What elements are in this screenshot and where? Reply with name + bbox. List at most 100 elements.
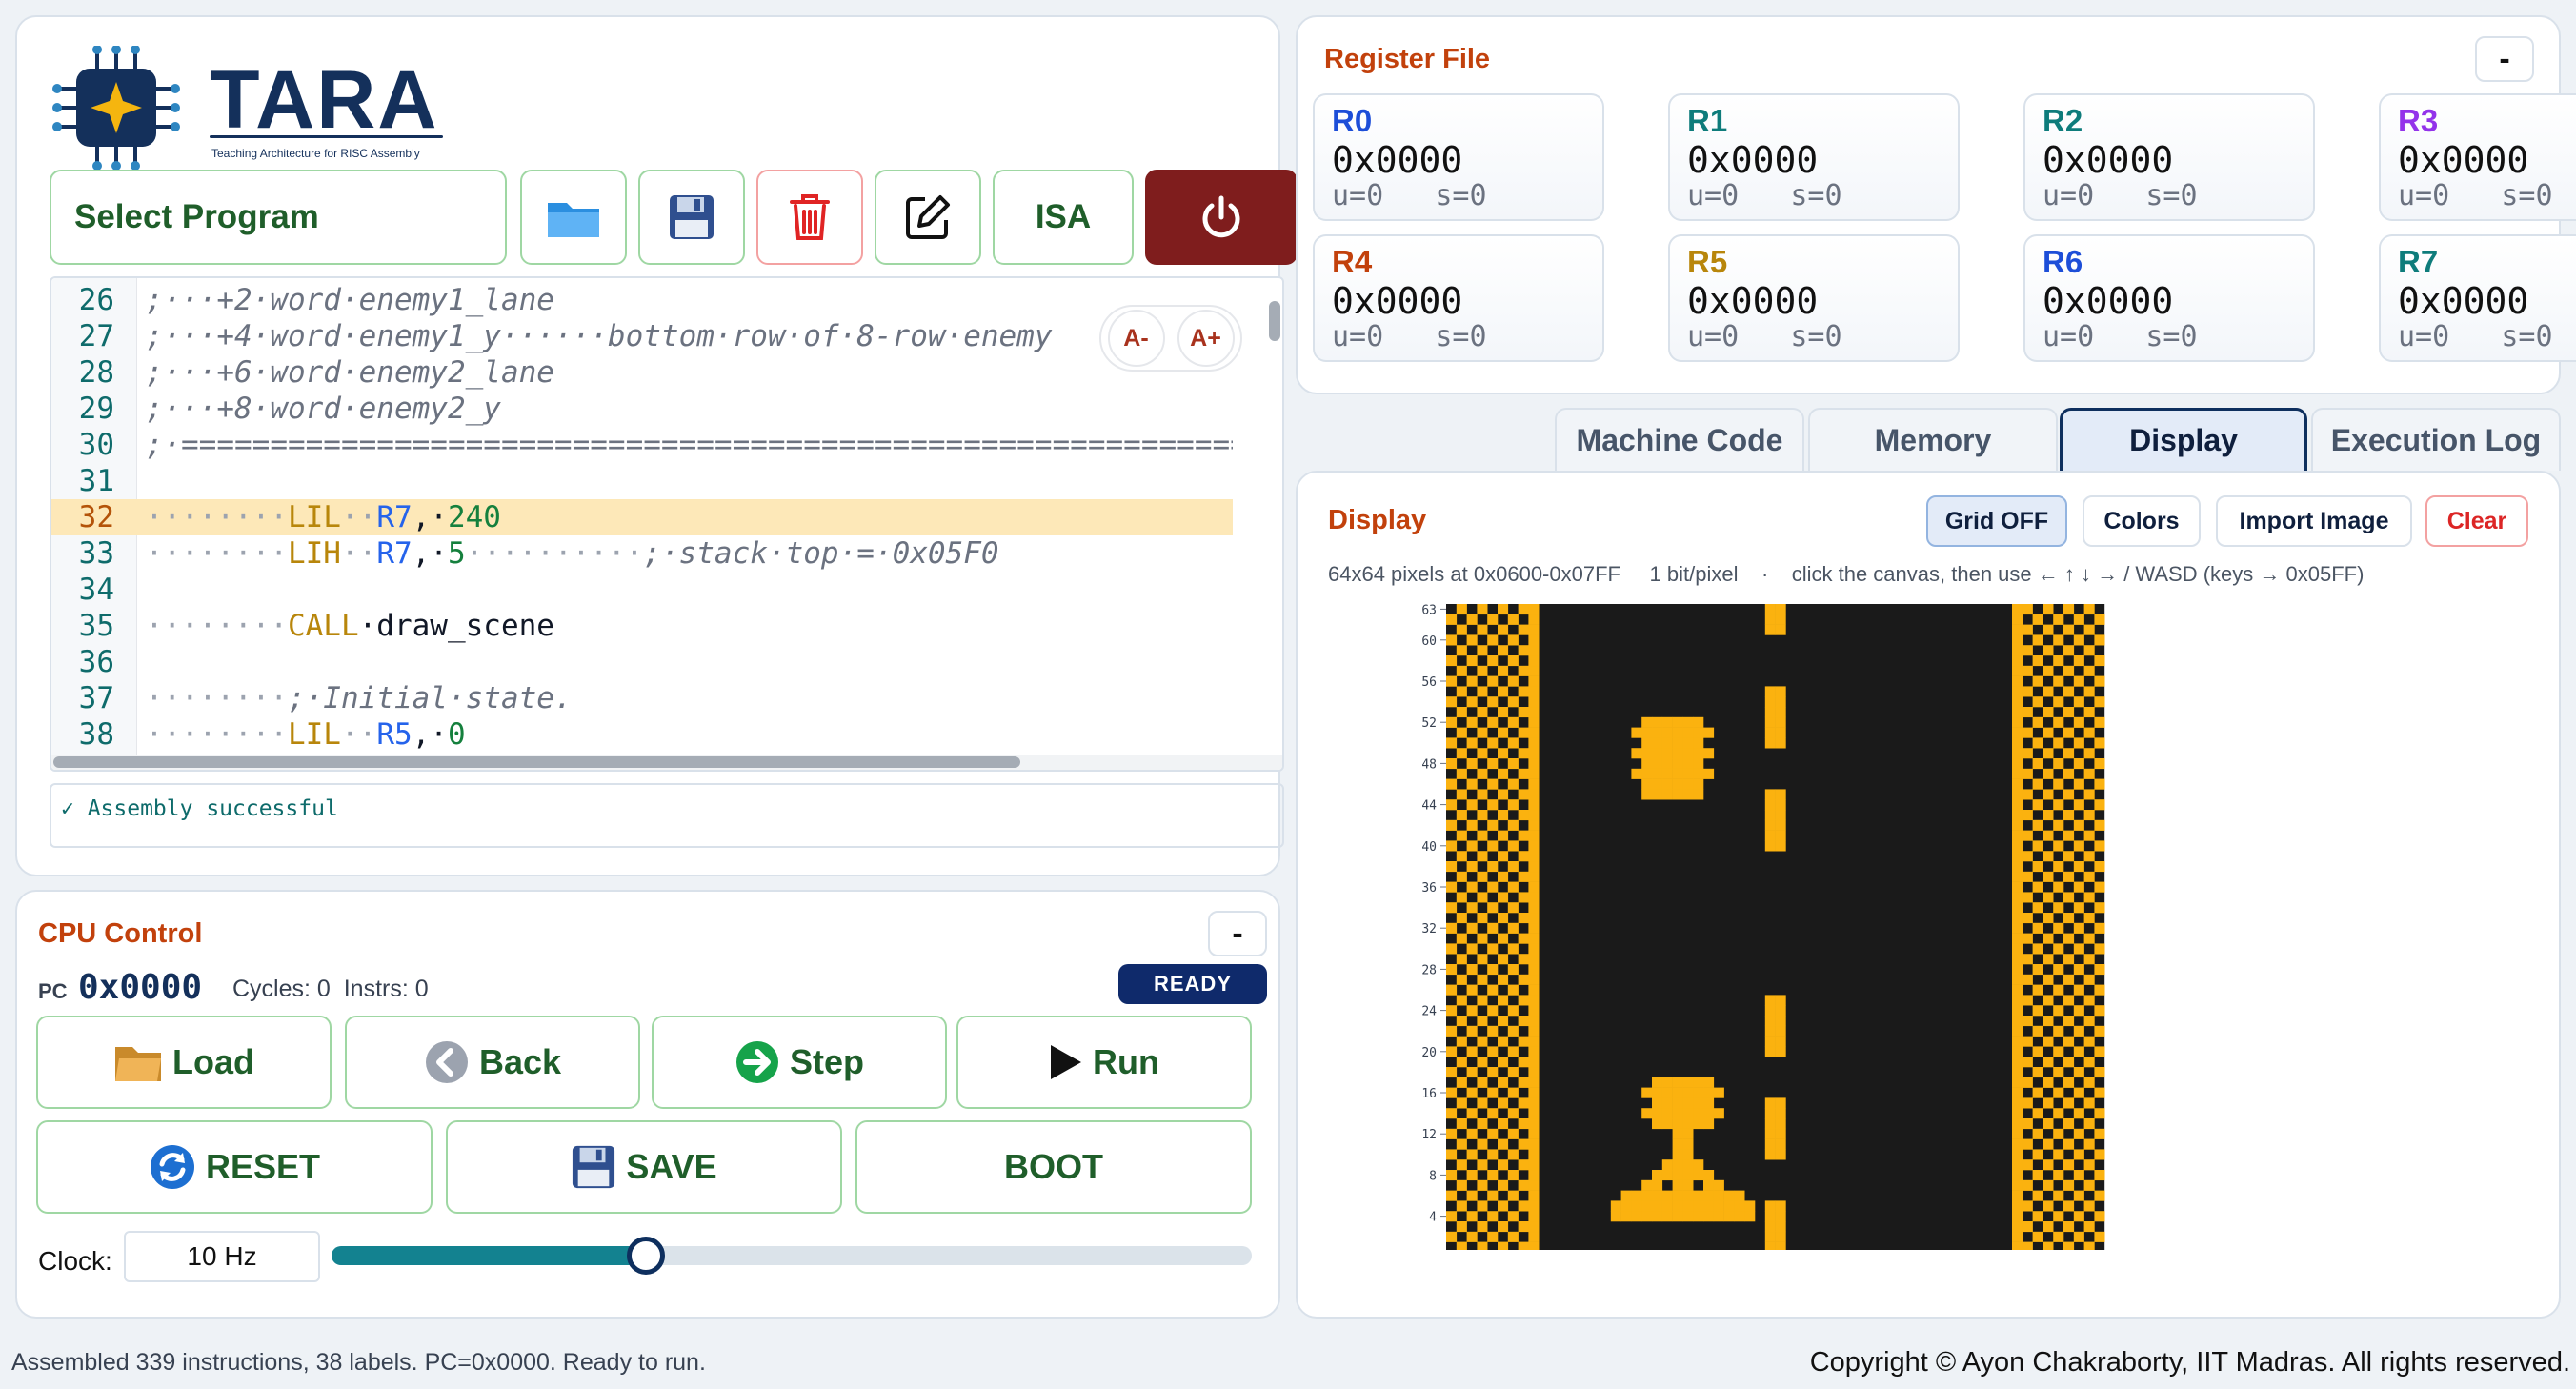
grid-toggle-button[interactable]: Grid OFF	[1926, 495, 2067, 547]
tab-memory[interactable]: Memory	[1808, 408, 2058, 471]
checker-pixel	[1456, 748, 1467, 759]
code-token: R7	[376, 536, 413, 571]
register-value: 0x0000	[1332, 280, 1463, 322]
checker-pixel	[1487, 922, 1499, 934]
tab-execution-log[interactable]: Execution Log	[2311, 408, 2561, 471]
register-collapse-button[interactable]: -	[2475, 36, 2534, 82]
checker-pixel	[2022, 665, 2033, 676]
import-image-button[interactable]: Import Image	[2216, 495, 2412, 547]
tab-display[interactable]: Display	[2060, 408, 2307, 471]
pc-label: PC	[38, 979, 68, 1003]
player-pixel	[1620, 1200, 1632, 1212]
checker-pixel	[1456, 1118, 1467, 1130]
player-pixel	[1652, 1118, 1663, 1130]
lane-pixel	[1775, 614, 1786, 625]
save-file-button[interactable]	[638, 170, 745, 265]
horizontal-scrollbar-track[interactable]	[51, 755, 1282, 770]
border-pixel	[2012, 1067, 2023, 1078]
code-line[interactable]: 34	[51, 572, 1233, 608]
player-pixel	[1672, 1138, 1683, 1150]
code-line[interactable]: 30 ;·===================================…	[51, 427, 1233, 463]
checker-pixel	[2043, 913, 2054, 924]
clock-slider-thumb[interactable]	[627, 1237, 666, 1275]
display-bit-info: 1 bit/pixel	[1649, 562, 1739, 586]
checker-pixel	[2032, 675, 2043, 687]
checker-pixel	[2073, 819, 2084, 831]
checker-pixel	[2022, 624, 2033, 635]
code-line[interactable]: 32 ········LIL··R7,·240	[51, 499, 1233, 535]
code-line[interactable]: 27 ;···+4·word·enemy1_y······bottom·row·…	[51, 318, 1233, 354]
border-pixel	[1528, 716, 1540, 728]
checker-pixel	[2083, 892, 2095, 903]
vertical-scrollbar[interactable]	[1269, 301, 1280, 341]
border-pixel	[2012, 830, 2023, 841]
player-pixel	[1672, 1200, 1683, 1212]
colors-button[interactable]: Colors	[2083, 495, 2201, 547]
code-editor[interactable]: 26 ;···+2·word·enemy1_lane 27 ;···+4·word…	[50, 276, 1284, 772]
font-decrease-button[interactable]: A-	[1107, 310, 1165, 367]
folder-icon	[548, 203, 599, 237]
enemy-pixel	[1631, 768, 1642, 779]
enemy-pixel	[1682, 768, 1694, 779]
edit-button[interactable]	[875, 170, 981, 265]
checker-pixel	[1456, 1057, 1467, 1068]
border-pixel	[2012, 604, 2023, 615]
code-line[interactable]: 31	[51, 463, 1233, 499]
player-pixel	[1703, 1190, 1715, 1201]
player-pixel	[1703, 1097, 1715, 1109]
cpu-collapse-button[interactable]: -	[1208, 911, 1267, 956]
save-state-button[interactable]: SAVE	[446, 1120, 842, 1214]
reset-button[interactable]: RESET	[36, 1120, 433, 1214]
horizontal-scrollbar-thumb[interactable]	[53, 756, 1020, 768]
player-pixel	[1641, 1179, 1653, 1191]
boot-button[interactable]: BOOT	[855, 1120, 1252, 1214]
y-tick-label: 32	[1421, 922, 1437, 936]
code-line[interactable]: 29 ;···+8·word·enemy2_y	[51, 391, 1233, 427]
checker-pixel	[2043, 933, 2054, 944]
lane-pixel	[1764, 830, 1776, 841]
clock-frequency-field[interactable]: 10 Hz	[124, 1231, 320, 1282]
run-button[interactable]: Run	[956, 1016, 1252, 1109]
select-program-dropdown[interactable]: Select Program	[50, 170, 507, 265]
checker-pixel	[2032, 840, 2043, 852]
isa-button[interactable]: ISA	[993, 170, 1134, 265]
player-pixel	[1693, 1087, 1704, 1098]
font-increase-button[interactable]: A+	[1177, 310, 1235, 367]
step-button[interactable]: Step	[652, 1016, 947, 1109]
load-button[interactable]: Load	[36, 1016, 332, 1109]
enemy-pixel	[1641, 727, 1653, 738]
clear-display-button[interactable]: Clear	[2425, 495, 2528, 547]
checker-pixel	[1518, 892, 1529, 903]
code-line[interactable]: 36	[51, 644, 1233, 680]
checker-pixel	[2083, 1016, 2095, 1027]
open-file-button[interactable]	[520, 170, 627, 265]
player-pixel	[1734, 1211, 1745, 1222]
enemy-pixel	[1652, 789, 1663, 800]
checker-pixel	[1518, 830, 1529, 841]
checker-pixel	[2063, 995, 2075, 1006]
code-line[interactable]: 28 ;···+6·word·enemy2_lane	[51, 354, 1233, 391]
checker-pixel	[1456, 913, 1467, 924]
checker-pixel	[1487, 1190, 1499, 1201]
checker-pixel	[1487, 1108, 1499, 1119]
power-button[interactable]	[1145, 170, 1298, 265]
checker-pixel	[1507, 943, 1519, 955]
register-unsigned-signed: u=0 s=0	[2398, 320, 2553, 353]
code-line[interactable]: 33 ········LIH··R7,·5··········;·stack·t…	[51, 535, 1233, 572]
checker-pixel	[1446, 902, 1458, 914]
tab-machine-code[interactable]: Machine Code	[1555, 408, 1804, 471]
code-line[interactable]: 37 ········;·Initial·state.	[51, 680, 1233, 716]
pixel-display-canvas[interactable]: 0481216202428323640444852566063636056524…	[1393, 600, 2523, 1250]
clock-slider[interactable]	[332, 1237, 1252, 1275]
code-line[interactable]: 38 ········LIL··R5,·0	[51, 716, 1233, 753]
checker-pixel	[1477, 1016, 1488, 1027]
checker-pixel	[1487, 861, 1499, 873]
player-pixel	[1672, 1128, 1683, 1139]
delete-button[interactable]	[756, 170, 863, 265]
checker-pixel	[1466, 1087, 1478, 1098]
border-pixel	[1528, 1200, 1540, 1212]
code-line[interactable]: 26 ;···+2·word·enemy1_lane	[51, 282, 1233, 318]
back-button[interactable]: Back	[345, 1016, 640, 1109]
code-line[interactable]: 35 ········CALL·draw_scene	[51, 608, 1233, 644]
checker-pixel	[1466, 984, 1478, 996]
